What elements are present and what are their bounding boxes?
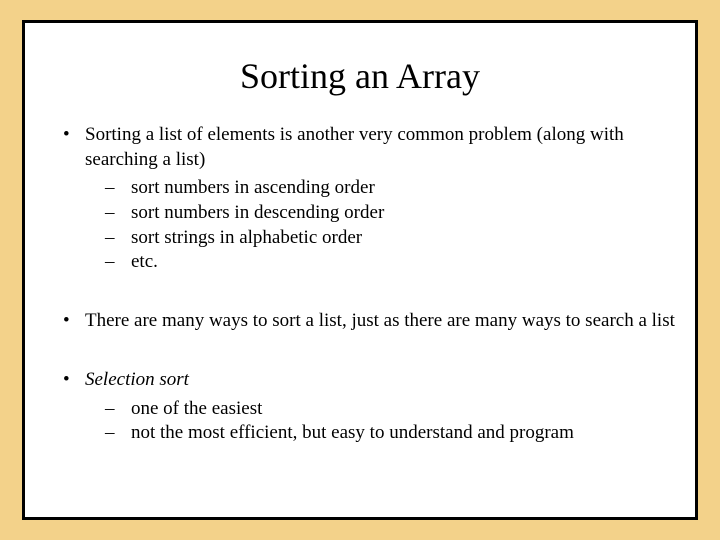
sub-text: etc. xyxy=(131,251,158,272)
sub-list-3: one of the easiest not the most efficien… xyxy=(85,397,687,446)
sub-item: one of the easiest xyxy=(85,397,687,422)
sub-list-1: sort numbers in ascending order sort num… xyxy=(85,176,687,275)
bullet-item-3: Selection sort one of the easiest not th… xyxy=(33,368,687,446)
slide-title: Sorting an Array xyxy=(25,55,695,97)
sub-text: sort strings in alphabetic order xyxy=(131,227,362,248)
bullet-text: There are many ways to sort a list, just… xyxy=(85,310,675,331)
slide-outer-border: Sorting an Array Sorting a list of eleme… xyxy=(0,0,720,540)
bullet-item-2: There are many ways to sort a list, just… xyxy=(33,309,687,334)
bullet-text-italic: Selection sort xyxy=(85,369,189,390)
sub-text: sort numbers in ascending order xyxy=(131,177,375,198)
sub-item: sort strings in alphabetic order xyxy=(85,226,687,251)
slide-content: Sorting a list of elements is another ve… xyxy=(25,123,695,446)
slide-frame: Sorting an Array Sorting a list of eleme… xyxy=(22,20,698,520)
sub-text: sort numbers in descending order xyxy=(131,202,384,223)
sub-text: one of the easiest xyxy=(131,398,262,419)
sub-item: sort numbers in descending order xyxy=(85,201,687,226)
sub-text: not the most efficient, but easy to unde… xyxy=(131,422,574,443)
sub-item: sort numbers in ascending order xyxy=(85,176,687,201)
bullet-item-1: Sorting a list of elements is another ve… xyxy=(33,123,687,275)
bullet-text: Sorting a list of elements is another ve… xyxy=(85,124,624,170)
sub-item: not the most efficient, but easy to unde… xyxy=(85,421,687,446)
bullet-list: Sorting a list of elements is another ve… xyxy=(33,123,687,446)
sub-item: etc. xyxy=(85,250,687,275)
